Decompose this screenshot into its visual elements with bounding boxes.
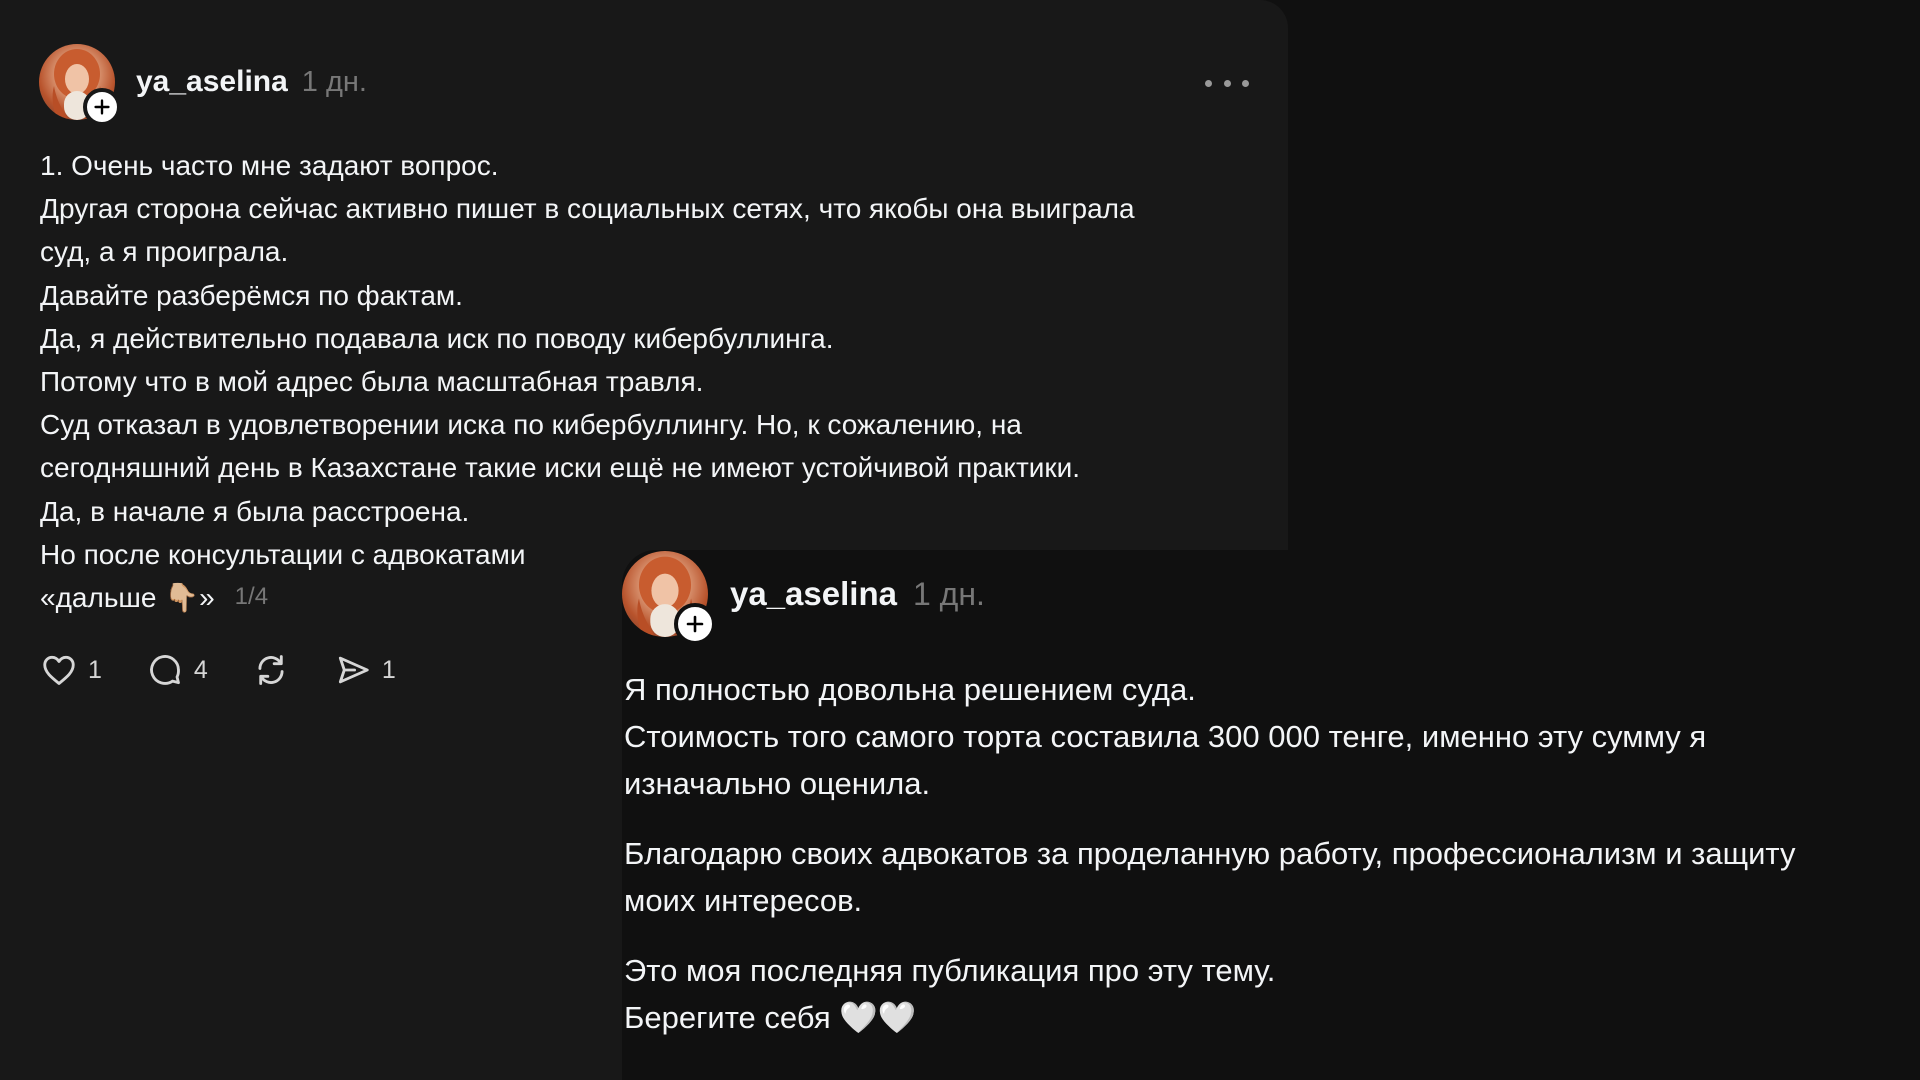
post-text-line: изначально оценила. bbox=[624, 766, 931, 801]
overlay-post: ya_aselina 1 дн. Я полностью довольна ре… bbox=[622, 550, 1920, 1080]
post-text-line: моих интересов. bbox=[624, 883, 863, 918]
post-text-line: Я полностью довольна решением суда. bbox=[624, 672, 1196, 707]
more-text: «дальше 👇🏼» bbox=[40, 581, 215, 613]
post-time[interactable]: 1 дн. bbox=[302, 66, 367, 99]
post-text-line: Потому что в мой адрес была масштабная т… bbox=[40, 365, 704, 397]
repost-icon bbox=[258, 655, 284, 685]
more-horizontal-icon bbox=[1242, 79, 1249, 87]
screen: ya_aselina 1 дн. 1. Очень часто мне зада… bbox=[0, 0, 1920, 1080]
comment-button[interactable]: 4 bbox=[146, 651, 208, 689]
more-options-button[interactable] bbox=[1205, 68, 1249, 98]
more-horizontal-icon bbox=[1205, 79, 1212, 87]
like-button[interactable]: 1 bbox=[40, 651, 102, 689]
share-button[interactable]: 1 bbox=[334, 651, 396, 689]
post-text-line: Да, в начале я была расстроена. bbox=[40, 495, 470, 527]
overlay-post-header: ya_aselina 1 дн. bbox=[622, 550, 985, 645]
post-text-line: сегодняшний день в Казахстане такие иски… bbox=[40, 452, 1081, 484]
post-text-line: Берегите себя 🤍🤍 bbox=[624, 1000, 917, 1035]
comment-count: 4 bbox=[193, 655, 208, 684]
avatar-container[interactable] bbox=[622, 551, 716, 645]
comment-icon bbox=[150, 655, 180, 685]
follow-button[interactable] bbox=[674, 603, 716, 645]
post-actions: 1 4 1 bbox=[40, 648, 440, 692]
post-text-line: 1. Очень часто мне задают вопрос. bbox=[40, 150, 499, 181]
post-text-line: суд, а я проиграла. bbox=[40, 236, 289, 268]
plus-icon bbox=[94, 99, 110, 115]
paragraph: Это моя последняя публикация про эту тем… bbox=[624, 947, 1914, 1041]
follow-button[interactable] bbox=[83, 88, 121, 126]
paragraph: Благодарю своих адвокатов за проделанную… bbox=[624, 830, 1914, 924]
share-count: 1 bbox=[381, 655, 396, 684]
overlay-post-text: Я полностью довольна решением суда. Стои… bbox=[624, 666, 1914, 1064]
paragraph: Я полностью довольна решением суда. Стои… bbox=[624, 666, 1914, 807]
post-time[interactable]: 1 дн. bbox=[913, 576, 985, 613]
post-text-line: Да, я действительно подавала иск по пово… bbox=[40, 322, 834, 354]
post-text-line: Суд отказал в удовлетворении иска по киб… bbox=[40, 409, 1022, 441]
post-text-line: Стоимость того самого торта составила 30… bbox=[624, 719, 1707, 754]
post-text-line: Давайте разберёмся по фактам. bbox=[40, 279, 463, 311]
avatar-container[interactable] bbox=[39, 44, 121, 126]
username[interactable]: ya_aselina bbox=[136, 65, 288, 99]
post-text-line: Благодарю своих адвокатов за проделанную… bbox=[624, 836, 1796, 871]
post-text-line: Это моя последняя публикация про эту тем… bbox=[624, 953, 1276, 988]
username[interactable]: ya_aselina bbox=[730, 575, 897, 613]
post-header: ya_aselina 1 дн. bbox=[39, 42, 367, 126]
page-counter: 1/4 bbox=[234, 583, 269, 611]
send-icon bbox=[338, 656, 369, 684]
repost-button[interactable] bbox=[252, 651, 290, 689]
more-horizontal-icon bbox=[1223, 79, 1231, 87]
like-count: 1 bbox=[88, 655, 102, 684]
post-text-line: Другая сторона сейчас активно пишет в со… bbox=[40, 193, 1135, 225]
plus-icon bbox=[686, 615, 704, 633]
heart-icon bbox=[43, 655, 75, 685]
post-text: 1. Очень часто мне задают вопрос. Другая… bbox=[40, 144, 1260, 619]
